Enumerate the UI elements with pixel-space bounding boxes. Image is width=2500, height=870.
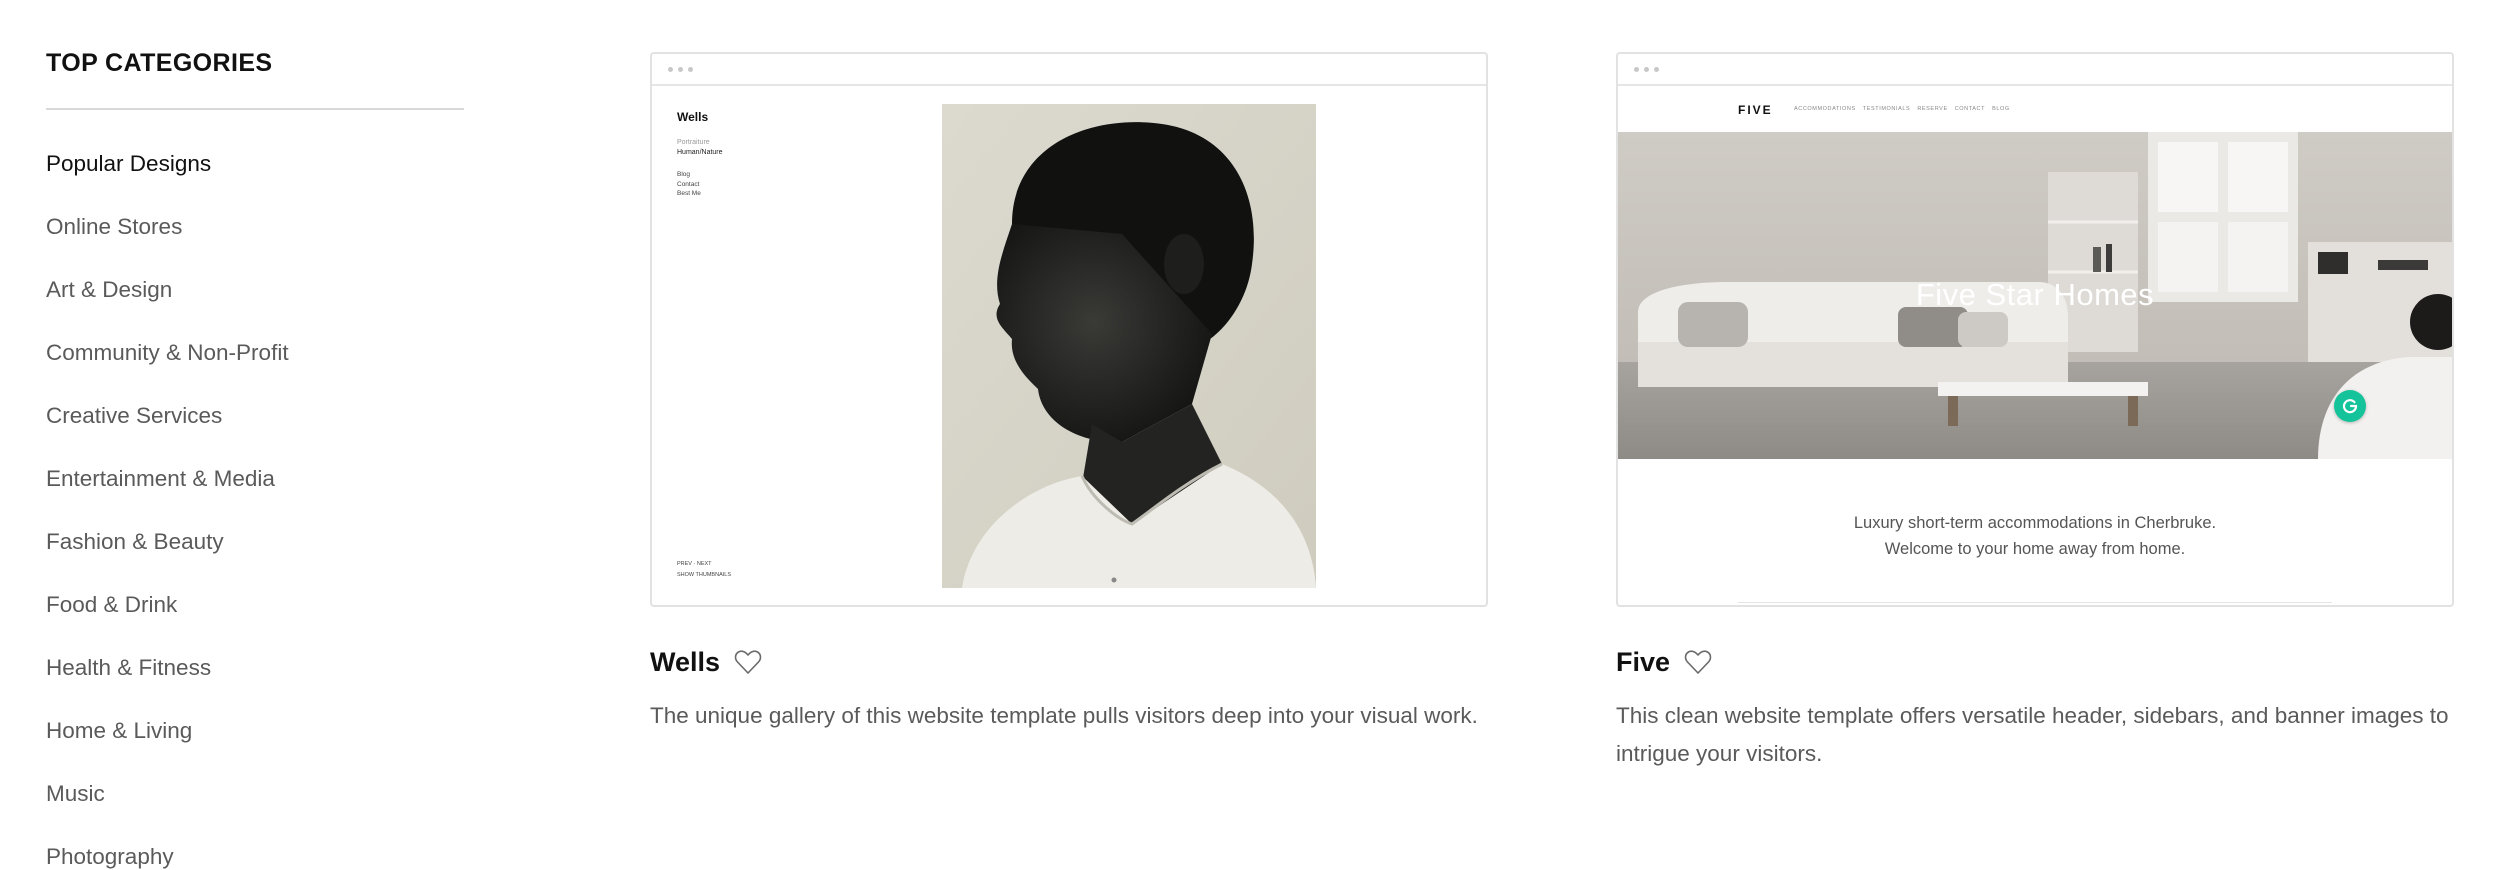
browser-chrome bbox=[1618, 54, 2452, 86]
category-health-fitness[interactable]: Health & Fitness bbox=[46, 654, 464, 717]
preview-nav-item: Contact bbox=[677, 180, 700, 188]
template-title-row: Wells bbox=[650, 645, 1488, 679]
heart-outline-icon[interactable] bbox=[1684, 649, 1712, 675]
template-preview-wells[interactable]: Wells Portraiture Human/Nature Blog Cont… bbox=[650, 52, 1488, 607]
portrait-image bbox=[942, 104, 1316, 588]
template-card-five: FIVE ACCOMMODATIONS TESTIMONIALS RESERVE… bbox=[1616, 52, 2454, 773]
browser-chrome bbox=[652, 54, 1486, 86]
preview-tagline-line: Welcome to your home away from home. bbox=[1884, 540, 2186, 558]
category-popular-designs[interactable]: Popular Designs bbox=[46, 150, 464, 213]
preview-menu-item: ACCOMMODATIONS bbox=[1794, 106, 1856, 112]
preview-site-menu: ACCOMMODATIONS TESTIMONIALS RESERVE CONT… bbox=[1794, 106, 2010, 112]
category-creative-services[interactable]: Creative Services bbox=[46, 402, 464, 465]
preview-tagline-line: Luxury short-term accommodations in Cher… bbox=[1853, 514, 2217, 532]
category-sidebar: TOP CATEGORIES Popular Designs Online St… bbox=[46, 48, 464, 870]
preview-nav-primary: Portraiture Human/Nature bbox=[677, 138, 723, 158]
preview-footer: PREV · NEXT SHOW THUMBNAILS bbox=[677, 559, 731, 581]
preview-menu-item: TESTIMONIALS bbox=[1862, 106, 1911, 112]
category-music[interactable]: Music bbox=[46, 780, 464, 843]
preview-site-header: FIVE ACCOMMODATIONS TESTIMONIALS RESERVE… bbox=[1618, 86, 2452, 132]
preview-tagline: Luxury short-term accommodations in Cher… bbox=[1618, 510, 2452, 562]
template-title-row: Five bbox=[1616, 645, 2454, 679]
preview-nav-item-current: Human/Nature bbox=[677, 149, 723, 156]
preview-nav-item: Portraiture bbox=[677, 139, 710, 146]
category-fashion-beauty[interactable]: Fashion & Beauty bbox=[46, 528, 464, 591]
preview-hero-title: Five Star Homes bbox=[1915, 277, 2155, 312]
sidebar-divider bbox=[46, 108, 464, 110]
preview-menu-item: CONTACT bbox=[1954, 106, 1986, 112]
template-description: This clean website template offers versa… bbox=[1616, 703, 2449, 766]
hero-banner-image: Five Star Homes bbox=[1618, 132, 2452, 459]
preview-site-logo: FIVE bbox=[1738, 103, 1773, 117]
preview-show-thumbnails: SHOW THUMBNAILS bbox=[677, 572, 731, 578]
category-online-stores[interactable]: Online Stores bbox=[46, 213, 464, 276]
preview-prev-next: PREV · NEXT bbox=[677, 561, 712, 567]
category-food-drink[interactable]: Food & Drink bbox=[46, 591, 464, 654]
preview-menu-item: RESERVE bbox=[1917, 106, 1948, 112]
template-preview-five[interactable]: FIVE ACCOMMODATIONS TESTIMONIALS RESERVE… bbox=[1616, 52, 2454, 607]
category-photography[interactable]: Photography bbox=[46, 843, 464, 870]
preview-site-nav: Wells Portraiture Human/Nature Blog Cont… bbox=[677, 110, 723, 199]
preview-divider bbox=[1738, 602, 2332, 603]
grammarly-icon[interactable] bbox=[2334, 390, 2366, 422]
heart-outline-icon[interactable] bbox=[734, 649, 762, 675]
category-art-design[interactable]: Art & Design bbox=[46, 276, 464, 339]
preview-nav-secondary: Blog Contact Best Me bbox=[677, 170, 723, 199]
template-name[interactable]: Five bbox=[1616, 647, 1670, 678]
template-name[interactable]: Wells bbox=[650, 647, 720, 678]
sidebar-heading: TOP CATEGORIES bbox=[46, 49, 273, 77]
preview-nav-item: Blog bbox=[677, 171, 691, 178]
template-description: The unique gallery of this website templ… bbox=[650, 703, 1478, 728]
preview-menu-item: BLOG bbox=[1992, 106, 2010, 112]
preview-nav-item: Best Me bbox=[677, 190, 701, 197]
category-community-non-profit[interactable]: Community & Non-Profit bbox=[46, 339, 464, 402]
browser-dots-icon bbox=[668, 67, 693, 72]
preview-site-title: Wells bbox=[677, 110, 709, 124]
browser-dots-icon bbox=[1634, 67, 1659, 72]
category-entertainment-media[interactable]: Entertainment & Media bbox=[46, 465, 464, 528]
template-card-wells: Wells Portraiture Human/Nature Blog Cont… bbox=[650, 52, 1488, 735]
category-home-living[interactable]: Home & Living bbox=[46, 717, 464, 780]
category-list: Popular Designs Online Stores Art & Desi… bbox=[46, 150, 464, 870]
